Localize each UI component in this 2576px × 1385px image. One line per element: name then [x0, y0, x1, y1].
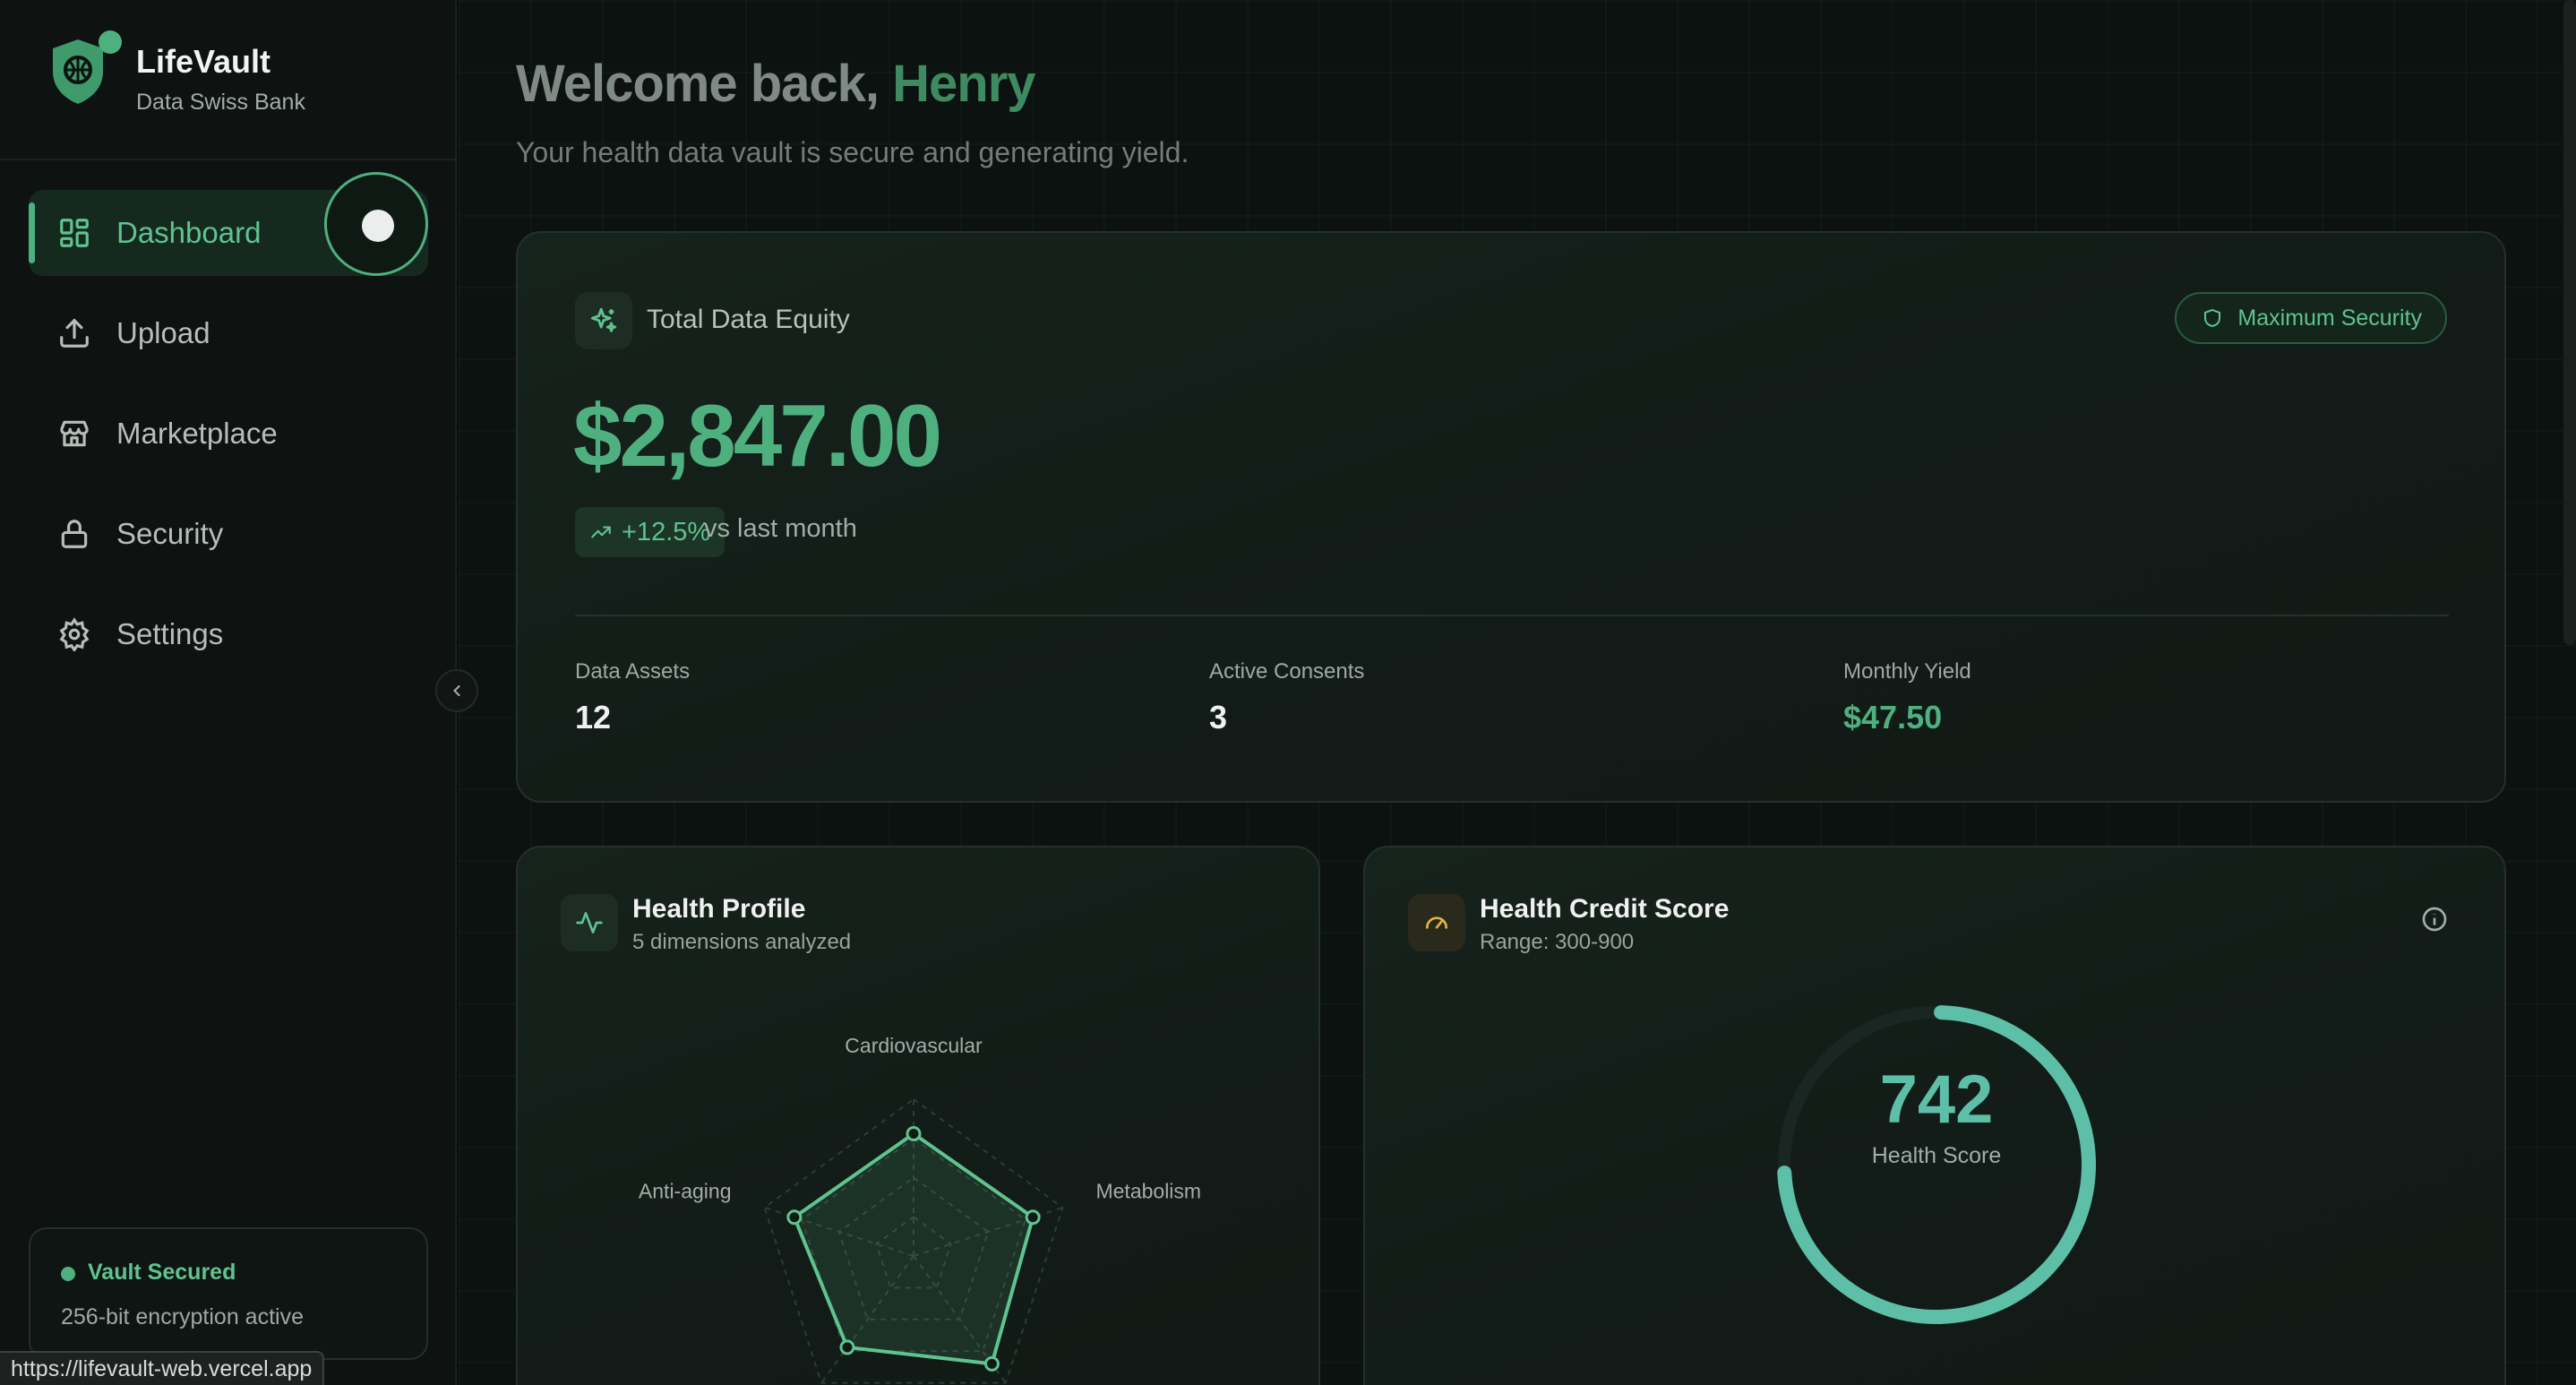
- stat-value: 12: [575, 699, 612, 736]
- vault-status-detail: 256-bit encryption active: [61, 1304, 304, 1329]
- brand-status-dot: [99, 30, 122, 54]
- status-url: https://lifevault-web.vercel.app: [0, 1351, 325, 1385]
- stat-value: $47.50: [1843, 699, 1943, 736]
- theme-toggle-button[interactable]: [324, 172, 428, 276]
- radar-axis-label: Metabolism: [1095, 1179, 1201, 1202]
- health-credit-score-card: Health Credit Score Range: 300-900 742 H…: [1363, 846, 2506, 1385]
- stat-label: Monthly Yield: [1843, 659, 1971, 684]
- main-content: Welcome back, Henry Your health data vau…: [459, 0, 2576, 1385]
- brand[interactable]: LifeVault Data Swiss Bank: [48, 30, 305, 124]
- divider: [0, 159, 455, 160]
- vault-status-title: Vault Secured: [88, 1260, 236, 1285]
- shield-icon: [2204, 308, 2221, 328]
- trending-up-icon: [591, 526, 611, 538]
- radar-axis-label: Anti-aging: [639, 1179, 732, 1202]
- change-note: vs last month: [704, 514, 857, 543]
- radar-point[interactable]: [906, 1126, 922, 1141]
- app-window: LifeVault Data Swiss Bank Dashboard Uplo…: [0, 0, 2576, 1385]
- sidebar-item-label: Security: [116, 517, 224, 550]
- vault-status-card: Vault Secured 256-bit encryption active: [29, 1227, 428, 1360]
- divider: [575, 615, 2449, 616]
- status-dot: [61, 1267, 75, 1281]
- credit-score-range: Range: 300-900: [1480, 930, 1635, 954]
- radar-point[interactable]: [983, 1355, 1000, 1372]
- stat-label: Data Assets: [575, 659, 691, 684]
- score-value: 742: [1879, 1062, 1994, 1138]
- collapse-sidebar-button[interactable]: [435, 669, 478, 712]
- radar-point[interactable]: [786, 1209, 803, 1226]
- gear-icon: [59, 617, 90, 651]
- sidebar-item-settings[interactable]: Settings: [29, 591, 428, 677]
- chevron-left-icon: [453, 684, 460, 697]
- upload-icon: [60, 318, 89, 348]
- sidebar-item-upload[interactable]: Upload: [29, 290, 428, 376]
- equity-label: Total Data Equity: [647, 305, 850, 334]
- sidebar-item-label: Upload: [116, 316, 210, 349]
- equity-value: $2,847.00: [573, 386, 942, 485]
- dashboard-grid-icon: [60, 219, 89, 247]
- stat-active-consents: Active Consents 3: [1209, 659, 1364, 736]
- user-name: Henry: [892, 55, 1035, 113]
- total-data-equity-card: Total Data Equity Maximum Security $2,84…: [516, 231, 2506, 803]
- change-badge: +12.5%: [575, 507, 726, 557]
- gauge-icon: [1408, 894, 1465, 951]
- radar-axis-label: Cardiovascular: [845, 1034, 983, 1057]
- brand-tagline: Data Swiss Bank: [136, 90, 305, 115]
- sparkles-icon: [575, 292, 632, 349]
- brand-name: LifeVault: [136, 43, 271, 80]
- toggle-knob: [362, 210, 394, 242]
- sidebar-item-marketplace[interactable]: Marketplace: [29, 391, 428, 477]
- security-badge-label: Maximum Security: [2237, 305, 2422, 331]
- greeting-text: Welcome back,: [516, 55, 880, 113]
- page-subtitle: Your health data vault is secure and gen…: [516, 136, 1189, 168]
- sidebar-item-label: Dashboard: [116, 216, 262, 249]
- sidebar: LifeVault Data Swiss Bank Dashboard Uplo…: [0, 0, 457, 1385]
- change-value: +12.5%: [622, 517, 711, 546]
- scrollbar[interactable]: [2563, 0, 2576, 645]
- page-title: Welcome back, Henry: [516, 54, 1036, 114]
- lock-icon: [61, 520, 88, 548]
- store-icon: [60, 420, 89, 447]
- radar-point[interactable]: [1025, 1209, 1041, 1226]
- stat-label: Active Consents: [1209, 659, 1365, 684]
- credit-score-title: Health Credit Score: [1480, 894, 1730, 924]
- sidebar-item-label: Settings: [116, 617, 224, 650]
- radar-area: [792, 1131, 1035, 1366]
- shield-logo-icon: [48, 30, 122, 109]
- health-radar-chart: Cardiovascular Metabolism Anti-aging: [639, 1034, 1201, 1384]
- stat-data-assets: Data Assets 12: [575, 659, 690, 736]
- stat-monthly-yield: Monthly Yield $47.50: [1843, 659, 1971, 736]
- info-icon[interactable]: [2420, 905, 2449, 933]
- sidebar-item-security[interactable]: Security: [29, 491, 428, 577]
- radar-point[interactable]: [839, 1339, 855, 1355]
- health-profile-card: Health Profile 5 dimensions analyzed Car…: [516, 846, 1320, 1385]
- sidebar-item-label: Marketplace: [116, 417, 278, 450]
- score-label: Health Score: [1871, 1143, 2002, 1168]
- security-badge[interactable]: Maximum Security: [2175, 292, 2447, 344]
- stat-value: 3: [1209, 699, 1228, 736]
